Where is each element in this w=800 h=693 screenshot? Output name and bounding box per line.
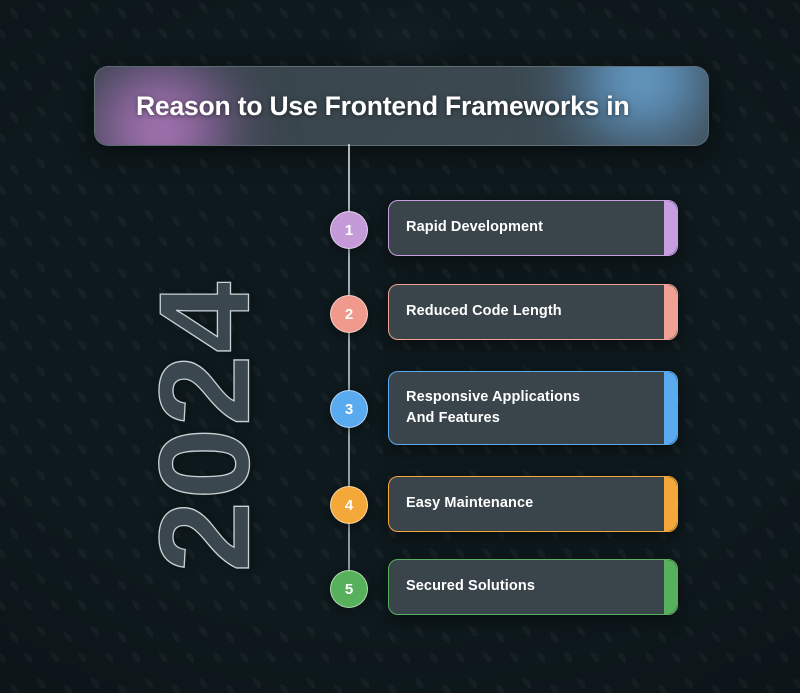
timeline-card[interactable]: Secured Solutions (388, 559, 678, 615)
timeline-step-marker[interactable]: 2 (330, 295, 368, 333)
page-title: Reason to Use Frontend Frameworks in (136, 90, 630, 121)
timeline-card-label: Responsive Applications And Features (406, 388, 581, 426)
timeline-card-label: Secured Solutions (406, 578, 535, 595)
header-banner: Reason to Use Frontend Frameworks in (94, 66, 709, 146)
timeline-step-number: 1 (344, 221, 354, 239)
timeline-card-label: Reduced Code Length (406, 303, 562, 320)
timeline-step-marker[interactable]: 5 (330, 570, 368, 608)
timeline-card-label: Rapid Development (406, 219, 544, 236)
timeline-card-accent-bar (664, 477, 677, 531)
timeline-step-number: 4 (344, 496, 354, 514)
timeline-card[interactable]: Easy Maintenance (388, 476, 678, 532)
infographic-canvas: Reason to Use Frontend Frameworks in 202… (0, 0, 800, 693)
timeline-step-marker[interactable]: 3 (330, 390, 368, 428)
timeline-card-label: Easy Maintenance (406, 495, 534, 512)
timeline-step-marker[interactable]: 1 (330, 211, 368, 249)
timeline-card[interactable]: Rapid Development (388, 200, 678, 256)
timeline-step-number: 2 (344, 305, 354, 323)
timeline-card[interactable]: Responsive Applications And Features (388, 371, 678, 445)
timeline-card-accent-bar (664, 201, 677, 255)
timeline-step-number: 3 (344, 400, 354, 418)
timeline-card-accent-bar (664, 372, 677, 444)
timeline-step-marker[interactable]: 4 (330, 486, 368, 524)
timeline-card-accent-bar (664, 560, 677, 614)
timeline-card[interactable]: Reduced Code Length (388, 284, 678, 340)
timeline-card-accent-bar (664, 285, 677, 339)
timeline-step-number: 5 (344, 580, 354, 598)
